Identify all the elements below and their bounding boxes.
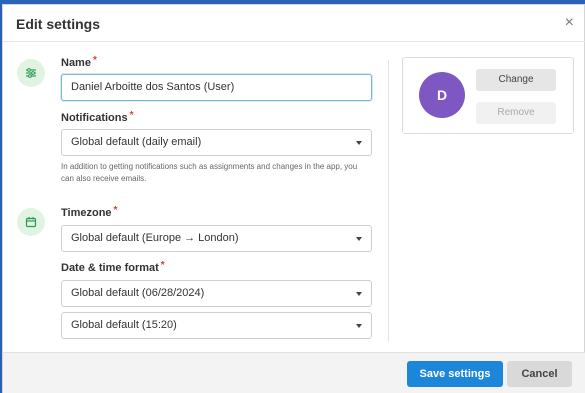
notifications-select[interactable]: Global default (daily email) bbox=[61, 129, 372, 156]
chevron-down-icon bbox=[356, 237, 362, 241]
required-marker: * bbox=[129, 110, 134, 121]
chevron-down-icon bbox=[356, 141, 362, 145]
name-input[interactable]: Daniel Arboitte dos Santos (User) bbox=[61, 74, 372, 101]
sliders-icon bbox=[17, 59, 45, 87]
timezone-select[interactable]: Global default (Europe → London) bbox=[61, 225, 372, 252]
column-divider bbox=[388, 60, 389, 342]
name-label: Name * bbox=[61, 55, 97, 69]
datetime-format-label: Date & time format * bbox=[61, 260, 165, 274]
notifications-label: Notifications * bbox=[61, 110, 134, 124]
required-marker: * bbox=[113, 205, 118, 216]
notifications-value: Global default (daily email) bbox=[71, 136, 202, 148]
required-marker: * bbox=[160, 260, 165, 271]
dialog-title: Edit settings bbox=[16, 16, 101, 32]
date-format-select[interactable]: Global default (06/28/2024) bbox=[61, 280, 372, 307]
date-format-value: Global default (06/28/2024) bbox=[71, 287, 205, 299]
avatar: D bbox=[419, 72, 465, 118]
dialog-footer: Save settings Cancel bbox=[3, 352, 585, 393]
chevron-down-icon bbox=[356, 292, 362, 296]
cancel-button[interactable]: Cancel bbox=[507, 361, 572, 387]
close-icon[interactable]: × bbox=[565, 14, 574, 32]
dialog-header: Edit settings × bbox=[3, 5, 585, 42]
change-avatar-button[interactable]: Change bbox=[476, 69, 556, 91]
time-format-value: Global default (15:20) bbox=[71, 319, 177, 331]
timezone-label: Timezone * bbox=[61, 205, 118, 219]
calendar-icon bbox=[17, 208, 45, 236]
chevron-down-icon bbox=[356, 324, 362, 328]
avatar-card: D Change Remove bbox=[402, 57, 574, 134]
timezone-value: Global default (Europe → London) bbox=[71, 232, 239, 244]
edit-settings-dialog: Edit settings × Name * Daniel Arboitte do… bbox=[2, 4, 585, 393]
save-settings-button[interactable]: Save settings bbox=[407, 361, 503, 387]
required-marker: * bbox=[92, 55, 97, 66]
notifications-help-text: In addition to getting notifications suc… bbox=[61, 162, 358, 183]
remove-avatar-button[interactable]: Remove bbox=[476, 102, 556, 124]
time-format-select[interactable]: Global default (15:20) bbox=[61, 312, 372, 339]
